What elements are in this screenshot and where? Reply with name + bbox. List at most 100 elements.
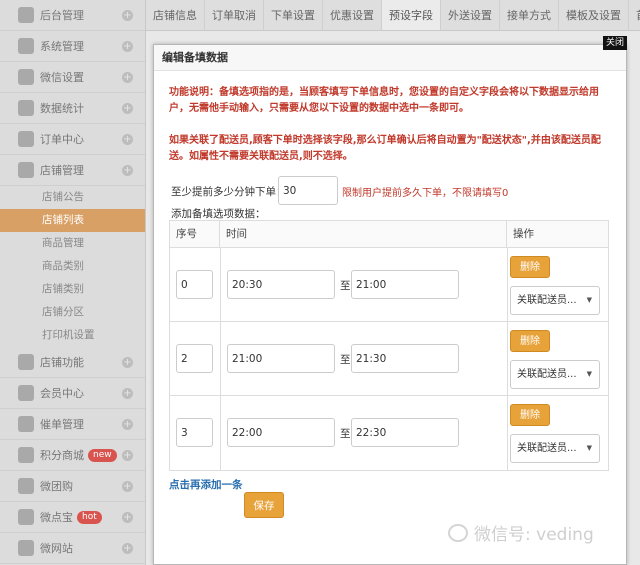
group-icon <box>18 478 34 494</box>
sidebar-subitem[interactable]: 店铺类别 <box>0 278 145 301</box>
start-time-input[interactable] <box>227 270 335 299</box>
cell-divider <box>507 396 508 470</box>
top-tab-bar: 店铺信息订单取消下单设置优惠设置预设字段外送设置接单方式模板及设置首页 <box>146 0 640 31</box>
tab[interactable]: 接单方式 <box>500 0 559 30</box>
tab[interactable]: 优惠设置 <box>323 0 382 30</box>
caret-down-icon: ▼ <box>586 444 592 452</box>
expand-icon[interactable]: + <box>122 450 133 461</box>
sidebar-item[interactable]: 订单中心 + <box>0 124 145 155</box>
save-button[interactable]: 保存 <box>244 492 284 518</box>
sidebar-item-label: 店铺功能 <box>40 356 84 369</box>
sidebar-subitem[interactable]: 商品管理 <box>0 232 145 255</box>
sidebar-item-label: 店铺管理 <box>40 164 84 177</box>
sidebar-item-label: 数据统计 <box>40 102 84 115</box>
sidebar-subitem[interactable]: 打印机设置 <box>0 324 145 347</box>
sidebar-item[interactable]: 数据统计 + <box>0 93 145 124</box>
watermark-text: 微信号: veding <box>474 525 594 545</box>
preset-options-table: 序号 时间 操作 至删除关联配送员...▼至删除关联配送员...▼至删除关联配送… <box>169 220 609 471</box>
sidebar-item[interactable]: 店铺管理 + <box>0 155 145 186</box>
tab[interactable]: 下单设置 <box>264 0 323 30</box>
seq-input[interactable] <box>176 418 213 447</box>
sidebar-item-label: 后台管理 <box>40 9 84 22</box>
to-label: 至 <box>340 354 351 366</box>
expand-icon[interactable]: + <box>122 72 133 83</box>
tab[interactable]: 外送设置 <box>441 0 500 30</box>
delete-button[interactable]: 删除 <box>510 330 550 352</box>
sidebar: 后台管理 + 系统管理 + 微信设置 + 数据统计 + 订单中心 + 店铺管理 + 店铺公告 店铺列表 商品… <box>0 0 146 565</box>
sidebar-item-label: 催单管理 <box>40 418 84 431</box>
courier-select[interactable]: 关联配送员... ▼ <box>510 434 600 463</box>
table-row: 至 删除关联配送员... ▼ <box>170 396 608 470</box>
expand-icon[interactable]: + <box>122 419 133 430</box>
delete-button[interactable]: 删除 <box>510 404 550 426</box>
sidebar-subitem[interactable]: 店铺公告 <box>0 186 145 209</box>
expand-icon[interactable]: + <box>122 357 133 368</box>
table-header: 序号 时间 操作 <box>170 221 608 248</box>
tab[interactable]: 订单取消 <box>205 0 264 30</box>
end-time-input[interactable] <box>351 344 459 373</box>
star-icon <box>18 509 34 525</box>
store-icon <box>18 162 34 178</box>
expand-icon[interactable]: + <box>122 103 133 114</box>
sidebar-subitem[interactable]: 商品类别 <box>0 255 145 278</box>
tab[interactable]: 店铺信息 <box>146 0 205 30</box>
dialog-title: 编辑备填数据 <box>154 45 626 71</box>
tab[interactable]: 预设字段 <box>382 0 441 30</box>
delete-button[interactable]: 删除 <box>510 256 550 278</box>
sidebar-item-label: 微信设置 <box>40 71 84 84</box>
grid-icon <box>18 416 34 432</box>
sidebar-item[interactable]: 系统管理 + <box>0 31 145 62</box>
to-label: 至 <box>340 428 351 440</box>
sidebar-item-label: 会员中心 <box>40 387 84 400</box>
grid-icon <box>18 38 34 54</box>
expand-icon[interactable]: + <box>122 481 133 492</box>
to-label: 至 <box>340 280 351 292</box>
seq-input[interactable] <box>176 344 213 373</box>
sidebar-subitem[interactable]: 店铺分区 <box>0 301 145 324</box>
sidebar-item-label: 订单中心 <box>40 133 84 146</box>
start-time-input[interactable] <box>227 418 335 447</box>
sidebar-item-label: 微网站 <box>40 542 73 555</box>
globe-icon <box>18 540 34 556</box>
table-row: 至 删除关联配送员... ▼ <box>170 322 608 396</box>
sidebar-item[interactable]: 微信设置 + <box>0 62 145 93</box>
sidebar-item[interactable]: 催单管理 + <box>0 409 145 440</box>
advance-minutes-input[interactable] <box>278 176 338 205</box>
expand-icon[interactable]: + <box>122 41 133 52</box>
sidebar-item[interactable]: 积分商城 new + <box>0 440 145 471</box>
sidebar-item-label: 积分商城 <box>40 449 84 462</box>
end-time-input[interactable] <box>351 418 459 447</box>
gift-icon <box>18 447 34 463</box>
tab[interactable]: 首页 <box>629 0 640 30</box>
start-time-input[interactable] <box>227 344 335 373</box>
close-button[interactable]: 关闭 <box>603 36 627 50</box>
expand-icon[interactable]: + <box>122 134 133 145</box>
expand-icon[interactable]: + <box>122 543 133 554</box>
sidebar-item[interactable]: 店铺功能 + <box>0 347 145 378</box>
edit-preset-data-dialog: 编辑备填数据 功能说明：备填选项指的是，当顾客填写下单信息时，您设置的自定义字段… <box>153 44 627 565</box>
expand-icon[interactable]: + <box>122 512 133 523</box>
sidebar-item[interactable]: 微团购 + <box>0 471 145 502</box>
courier-select[interactable]: 关联配送员... ▼ <box>510 360 600 389</box>
expand-icon[interactable]: + <box>122 388 133 399</box>
user-icon <box>18 385 34 401</box>
cell-divider <box>220 396 221 470</box>
sidebar-item[interactable]: 微点宝 hot + <box>0 502 145 533</box>
expand-icon[interactable]: + <box>122 165 133 176</box>
sidebar-item[interactable]: 微网站 + <box>0 533 145 564</box>
badge-hot: hot <box>77 510 102 524</box>
seq-input[interactable] <box>176 270 213 299</box>
expand-icon[interactable]: + <box>122 10 133 21</box>
cell-divider <box>507 322 508 395</box>
end-time-input[interactable] <box>351 270 459 299</box>
tab[interactable]: 模板及设置 <box>559 0 629 30</box>
add-another-link[interactable]: 点击再添加一条 <box>169 477 243 492</box>
sidebar-item[interactable]: 会员中心 + <box>0 378 145 409</box>
grid-icon <box>18 7 34 23</box>
sidebar-subitem[interactable]: 店铺列表 <box>0 209 145 232</box>
wechat-icon <box>448 523 468 542</box>
sidebar-item[interactable]: 后台管理 + <box>0 0 145 31</box>
table-row: 至 删除关联配送员... ▼ <box>170 248 608 322</box>
courier-select[interactable]: 关联配送员... ▼ <box>510 286 600 315</box>
mail-icon <box>18 69 34 85</box>
